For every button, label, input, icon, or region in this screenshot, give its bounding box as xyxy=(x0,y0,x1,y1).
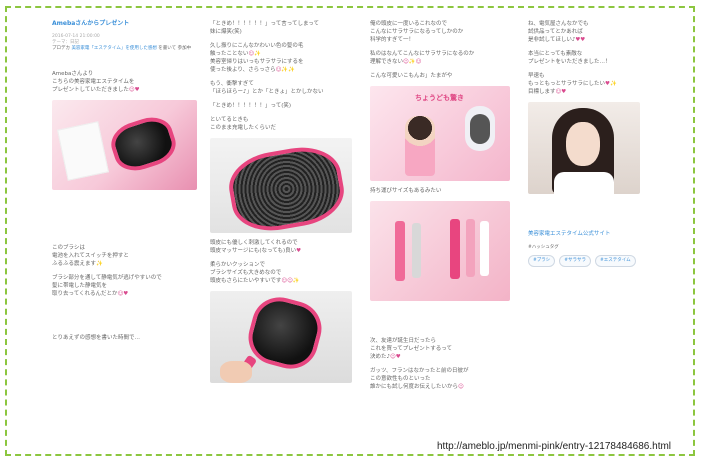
blog-page-collage: Amebaさんからプレゼント 2016-07-14 21:00:00 テーマ：日… xyxy=(40,14,676,454)
text-line: 美容室帰りはいっもサラサラにするを xyxy=(210,59,304,65)
smile-emoji-icon: ☺✨☺ xyxy=(403,59,422,65)
column-2: 「ときめ！！！！！！」って言ってしまって 妹に爆笑(笑) 久し振りにこんなかわい… xyxy=(210,14,360,383)
text-line: 「ときめ！！！！！！」って言ってしまって xyxy=(210,21,319,27)
brush-head xyxy=(106,111,181,177)
hashtag-chip[interactable]: #ブラシ xyxy=(528,255,556,267)
ref-link[interactable]: 美容家電「エステタイム」を使用した感想 xyxy=(71,46,156,51)
text-line: 妹に爆笑(笑) xyxy=(210,29,242,35)
mini-brush xyxy=(466,219,475,277)
text-line: 電池を入れてスイッチを押すと xyxy=(52,253,129,259)
text-line: ね、電気屋さんなかでも xyxy=(528,21,589,27)
text-line: このまま充電したくらいだ xyxy=(210,125,277,131)
ref-label: プロデカ xyxy=(52,46,70,51)
column-1: Amebaさんからプレゼント 2016-07-14 21:00:00 テーマ：日… xyxy=(52,14,202,342)
text-line: このブラシは xyxy=(52,245,85,251)
text-line: 使った後より、さらっさら☺✨✨ xyxy=(210,67,296,73)
text-line: 決めた♪☺♥ xyxy=(370,354,401,360)
mini-brush xyxy=(412,223,421,278)
text-line: こんなにサラサラになるってしかのか xyxy=(370,29,464,35)
photo-product-box: ちょうども驚き xyxy=(370,86,510,181)
smile-emoji-icon: ☺♥ xyxy=(390,354,401,360)
hashtag-heading: #ハッシュタグ xyxy=(528,245,559,250)
text-line: ガッツ、フランはなかったと前の日彼が xyxy=(370,368,469,374)
ref-line: プロデカ 美容家電「エステタイム」を使用した感想 を書いて 参加中 xyxy=(52,46,202,52)
photo-brush-box xyxy=(52,100,197,190)
text-line: もっともっとサラサラにしたい♥✨ xyxy=(528,81,617,87)
column-3: 俺の頭皮に一度いるこれなので こんなにサラサラになるってしかのか 科学的すぎて一… xyxy=(370,14,520,391)
text-line: 頭皮もさらにたいやすいです☺☺✨ xyxy=(210,278,300,284)
text-line: 誰かにも試し何度お伝えしたいから☺ xyxy=(370,384,464,390)
mini-brush xyxy=(480,221,489,276)
heart-emoji-icon: ♥✨ xyxy=(605,81,617,87)
text-line: こちらの美容家電エステタイムを xyxy=(52,79,135,85)
text-line: この意欲性ものといった xyxy=(370,376,431,382)
text-line: ブラシサイズも大きめなので xyxy=(210,270,282,276)
text-line: 頭皮にも優しく刺激してくれるので xyxy=(210,240,298,246)
mini-brush xyxy=(395,221,405,281)
text-line: 髪に帯電した静電気を xyxy=(52,283,108,289)
heart-emoji-icon: ♥♥ xyxy=(575,37,586,43)
text-line: 俺の頭皮に一度いるこれなので xyxy=(370,21,448,27)
text-line: 「ときめ！！！！！！」って(笑) xyxy=(210,103,292,109)
text-line: 触ったことない☺✨ xyxy=(210,51,261,57)
smile-emoji-icon: ☺♥ xyxy=(128,87,140,93)
official-site-link[interactable]: 美容家電エステタイム公式サイト xyxy=(528,230,678,238)
text-line: とりあえずの感想を書いた時間で… xyxy=(52,335,141,341)
smile-emoji-icon: ☺♥ xyxy=(555,89,567,95)
text-line: 試供品ってとかあれば xyxy=(528,29,583,35)
text-line: ふるふる震えます✨ xyxy=(52,261,103,267)
portrait-top xyxy=(554,172,614,194)
text-line: 久し振りにこんなかわいい色の髪の毛 xyxy=(210,43,304,49)
text-line: これを買ってプレゼントするって xyxy=(370,346,452,352)
smile-emoji-icon: ☺☺✨ xyxy=(281,278,300,284)
ref-tail: を書いて 参加中 xyxy=(158,46,192,51)
hashtag-chip[interactable]: #サラサラ xyxy=(559,255,591,267)
hand-shape xyxy=(220,361,252,383)
smile-emoji-icon: ☺♥ xyxy=(117,291,129,297)
text-line: 早速も xyxy=(528,73,545,79)
text-line: 本当にとっても素敵な xyxy=(528,51,583,57)
text-line: 「ほらほらー♪」とか「ときょ」とかしかない xyxy=(210,89,324,95)
text-line: 是非試してほしい♪♥♥ xyxy=(528,37,586,43)
text-line: 次、友達が誕生日だったら xyxy=(370,338,437,344)
sparkle-emoji-icon: ✨ xyxy=(96,261,103,267)
heart-emoji-icon: ♥ xyxy=(296,248,302,254)
text-line: 取り去ってくれるんだとか☺♥ xyxy=(52,291,129,297)
text-line: こんな可愛いこもんお」たまがや xyxy=(370,73,453,79)
text-line: 科学的すぎて一！ xyxy=(370,37,415,43)
sparkle-emoji-icon: ☺✨✨ xyxy=(275,67,296,73)
text-line: 持ち運びサイズもあるみたい xyxy=(370,188,442,194)
brush-head xyxy=(224,140,349,233)
box-caption: ちょうども驚き xyxy=(415,94,464,102)
text-line: 理解できない☺✨☺ xyxy=(370,59,422,65)
smile-emoji-icon: ☺✨ xyxy=(248,51,261,57)
hashtag-list: #ブラシ #サラサラ #エステタイム xyxy=(528,255,678,267)
portrait-face xyxy=(566,122,600,166)
text-line: プレゼントしていただきました☺♥ xyxy=(52,87,140,93)
model-figure xyxy=(405,116,435,176)
photo-travel-brushes xyxy=(370,201,510,301)
text-line: 目標します☺♥ xyxy=(528,89,567,95)
mini-brush xyxy=(450,219,460,279)
hashtag-chip[interactable]: #エステタイム xyxy=(594,255,636,267)
photo-portrait xyxy=(528,102,640,194)
source-url[interactable]: http://ameblo.jp/menmi-pink/entry-121784… xyxy=(437,441,672,452)
brush-head xyxy=(470,114,490,144)
photo-brush-bristles xyxy=(210,138,352,233)
photo-brush-hand xyxy=(210,291,352,383)
text-line: もう、衝撃すぎて xyxy=(210,81,254,87)
text-line: といてるときも xyxy=(210,117,249,123)
box-panel xyxy=(57,121,109,181)
text-line: 頭皮マッサージにも(なっても)良い♥ xyxy=(210,248,302,254)
text-line: プレゼントをいただきました…！ xyxy=(528,59,611,65)
text-line: 柔らかいクッションで xyxy=(210,262,266,268)
text-line: 私のはなんてこんなにサラサラになるのか xyxy=(370,51,475,57)
column-4: ね、電気屋さんなかでも 試供品ってとかあれば 是非試してほしい♪♥♥ 本当にとっ… xyxy=(528,14,678,267)
text-line: ブラシ部分を通して静電気が逃げやすいので xyxy=(52,275,162,281)
text-line: Amebaさんより xyxy=(52,71,94,77)
entry-title[interactable]: Amebaさんからプレゼント xyxy=(52,20,202,28)
smile-emoji-icon: ☺ xyxy=(458,384,464,390)
